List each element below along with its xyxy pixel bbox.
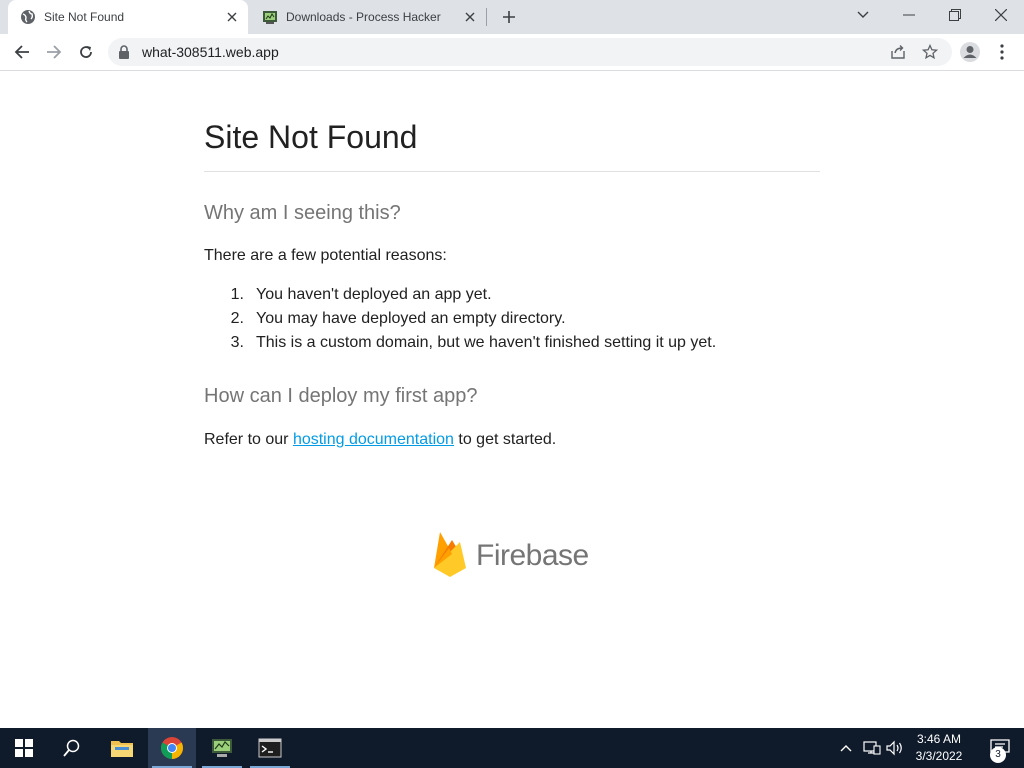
reload-button[interactable] (72, 38, 100, 66)
close-tab-icon[interactable] (222, 7, 242, 27)
search-icon[interactable] (48, 728, 96, 768)
network-icon[interactable] (860, 728, 884, 768)
tab-process-hacker[interactable]: Downloads - Process Hacker (250, 0, 486, 34)
title-divider (204, 171, 820, 172)
new-tab-button[interactable] (498, 6, 520, 28)
chrome-icon[interactable] (148, 728, 196, 768)
refer-text: Refer to our hosting documentation to ge… (204, 431, 557, 448)
restore-button[interactable] (932, 0, 978, 30)
firebase-logo: Firebase (432, 531, 589, 581)
process-hacker-icon[interactable] (198, 728, 246, 768)
intro-text: There are a few potential reasons: (204, 247, 447, 264)
clock-time: 3:46 AM (916, 732, 962, 746)
globe-icon (20, 9, 36, 25)
windows-start-icon[interactable] (0, 728, 48, 768)
page-title: Site Not Found (204, 119, 418, 155)
firebase-wordmark: Firebase (476, 539, 589, 572)
show-hidden-icons-chevron-icon[interactable] (836, 728, 856, 768)
lock-icon[interactable] (118, 45, 130, 64)
tab-search-icon[interactable] (840, 0, 886, 30)
terminal-icon[interactable] (246, 728, 294, 768)
tab-strip: Site Not Found Downloads - Process Hacke… (0, 0, 1024, 34)
page-content: Site Not Found Why am I seeing this? The… (0, 71, 1024, 728)
address-bar[interactable]: what-308511.web.app (108, 38, 952, 66)
taskbar: 3:46 AM 3/3/2022 3 (0, 728, 1024, 768)
forward-button[interactable] (40, 38, 68, 66)
tab-separator (486, 8, 487, 26)
bookmark-star-icon[interactable] (920, 42, 940, 62)
why-heading: Why am I seeing this? (204, 202, 401, 224)
back-button[interactable] (8, 38, 36, 66)
profile-avatar-icon[interactable] (958, 40, 982, 64)
firebase-flame-icon (432, 530, 468, 583)
url-text[interactable]: what-308511.web.app (142, 44, 279, 60)
close-tab-icon[interactable] (460, 7, 480, 27)
system-clock[interactable]: 3:46 AM 3/3/2022 (904, 731, 974, 765)
volume-icon[interactable] (884, 728, 906, 768)
browser-toolbar: what-308511.web.app (0, 34, 1024, 71)
close-window-button[interactable] (978, 0, 1024, 30)
tab-title: Site Not Found (44, 10, 125, 24)
minimize-button[interactable] (886, 0, 932, 30)
hosting-documentation-link[interactable]: hosting documentation (293, 431, 454, 448)
clock-date: 3/3/2022 (915, 749, 963, 763)
more-menu-icon[interactable] (992, 40, 1012, 64)
process-hacker-icon (262, 9, 278, 25)
tab-site-not-found[interactable]: Site Not Found (8, 0, 248, 34)
share-icon[interactable] (888, 42, 908, 62)
file-explorer-icon[interactable] (98, 728, 146, 768)
deploy-heading: How can I deploy my first app? (204, 385, 478, 407)
notification-count-badge: 3 (990, 747, 1006, 763)
tab-title: Downloads - Process Hacker (286, 10, 441, 24)
